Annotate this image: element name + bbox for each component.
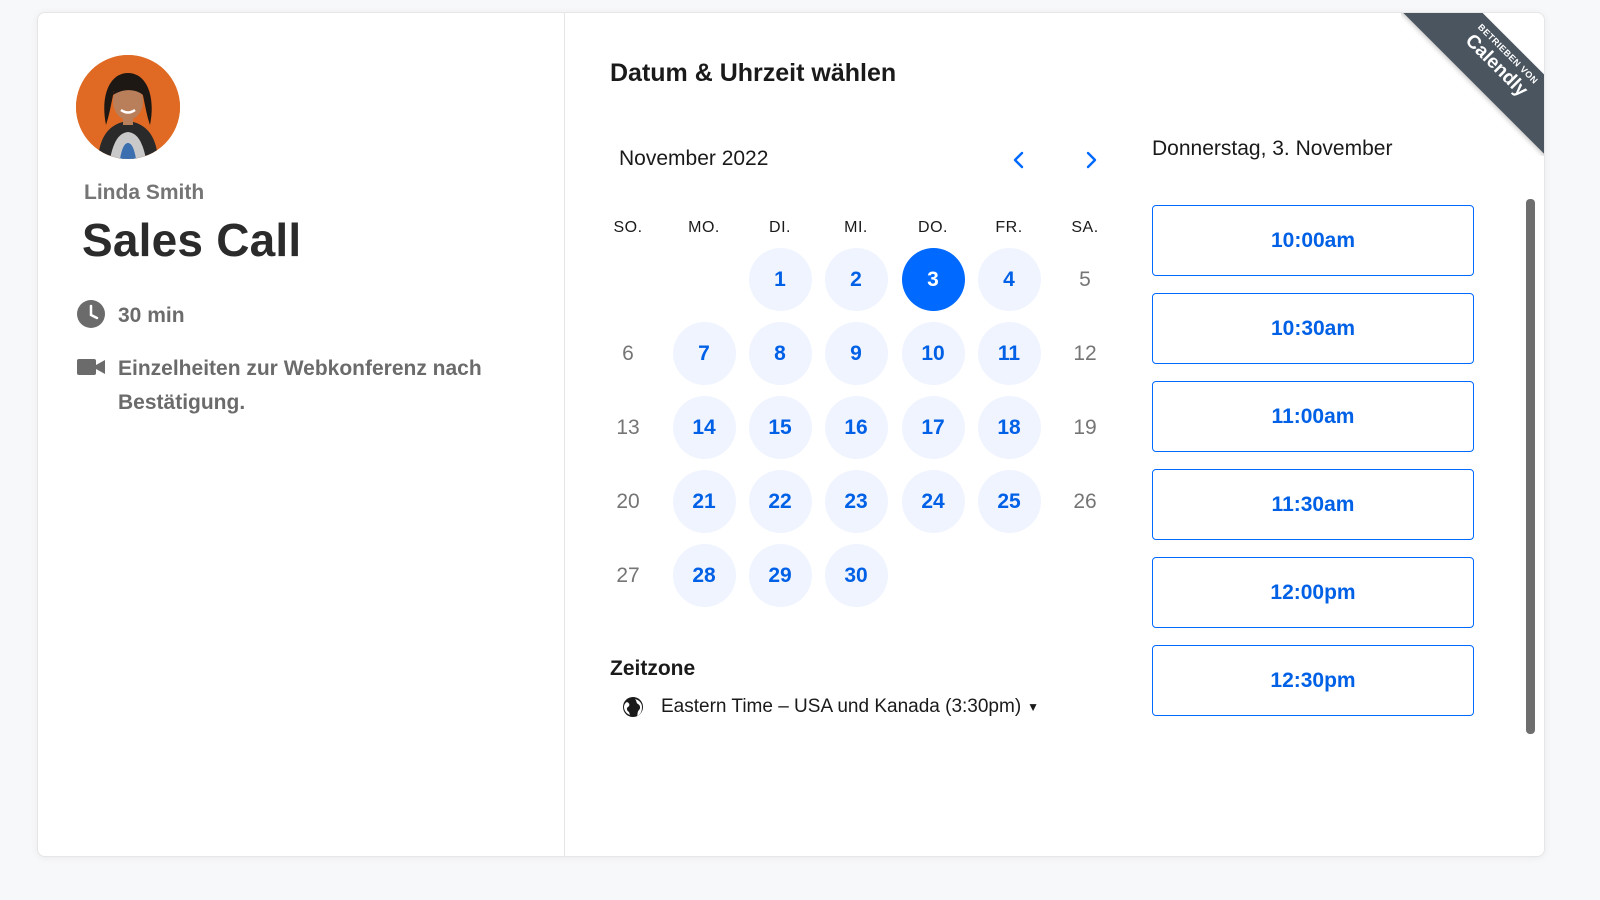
chevron-left-icon	[1013, 151, 1024, 169]
calendar-day: 13	[616, 415, 640, 439]
calendar-day: 6	[622, 341, 634, 365]
calendar-day[interactable]: 1	[748, 248, 812, 311]
avatar	[76, 55, 180, 159]
chevron-right-icon	[1086, 151, 1097, 169]
globe-icon	[623, 697, 643, 717]
calendar-day[interactable]: 18	[977, 396, 1041, 459]
calendar-day: 26	[1073, 489, 1097, 513]
weekday-label: SA.	[1071, 219, 1099, 236]
calendar-day[interactable]: 23	[824, 470, 888, 533]
scheduler-panel: Datum & Uhrzeit wählen November 2022 SO.…	[565, 13, 1544, 856]
month-label: November 2022	[619, 147, 769, 170]
calendar-day[interactable]: 17	[901, 396, 965, 459]
calendar-day[interactable]: 16	[824, 396, 888, 459]
time-slot-button[interactable]: 12:30pm	[1152, 645, 1474, 716]
next-month-button[interactable]	[1075, 146, 1107, 174]
calendar-day: 5	[1079, 267, 1091, 291]
timezone-value: Eastern Time – USA und Kanada (3:30pm)	[661, 696, 1022, 717]
time-slot-button[interactable]: 11:00am	[1152, 381, 1474, 452]
duration-text: 30 min	[118, 304, 185, 327]
time-slot-button[interactable]: 11:30am	[1152, 469, 1474, 540]
video-camera-icon	[77, 359, 105, 375]
powered-by-text: BETRIEBEN VON	[1476, 21, 1541, 86]
duration-detail: 30 min	[76, 299, 185, 333]
calendly-logo: Calendly	[1460, 30, 1532, 102]
calendar-day[interactable]: 28	[672, 544, 736, 607]
calendar-day[interactable]: 22	[748, 470, 812, 533]
powered-by-ribbon[interactable]: BETRIEBEN VON Calendly	[1401, 13, 1544, 156]
selected-date-heading: Donnerstag, 3. November	[1152, 137, 1393, 160]
conference-text: Einzelheiten zur Webkonferenz nach Bestä…	[118, 357, 482, 414]
weekday-label: FR.	[995, 219, 1023, 236]
calendar-day: 20	[616, 489, 640, 513]
booking-card: Linda Smith Sales Call 30 min Einzelheit…	[37, 12, 1545, 857]
calendar-day[interactable]: 4	[977, 248, 1041, 311]
host-name: Linda Smith	[84, 181, 205, 204]
timezone-label: Zeitzone	[610, 657, 696, 680]
prev-month-button[interactable]	[1003, 146, 1035, 174]
page-title: Datum & Uhrzeit wählen	[610, 59, 897, 87]
calendar-day[interactable]: 7	[672, 322, 736, 385]
calendar-day[interactable]: 10	[901, 322, 965, 385]
time-slot-scrollbar[interactable]	[1526, 199, 1535, 734]
calendar-day[interactable]: 24	[901, 470, 965, 533]
weekday-label: MI.	[844, 219, 868, 236]
calendar-day[interactable]: 8	[748, 322, 812, 385]
time-slot-button[interactable]: 10:30am	[1152, 293, 1474, 364]
calendar-day[interactable]: 21	[672, 470, 736, 533]
avatar-portrait	[76, 55, 180, 159]
event-info-panel: Linda Smith Sales Call 30 min Einzelheit…	[38, 13, 565, 856]
calendar-day[interactable]: 25	[977, 470, 1041, 533]
calendar-day[interactable]: 2	[824, 248, 888, 311]
caret-down-icon: ▼	[1027, 700, 1040, 714]
weekday-label: DO.	[918, 219, 948, 236]
time-slot-button[interactable]: 12:00pm	[1152, 557, 1474, 628]
calendar-day[interactable]: 15	[748, 396, 812, 459]
time-slot-button[interactable]: 10:00am	[1152, 205, 1474, 276]
clock-icon	[77, 300, 105, 328]
calendar-day[interactable]: 14	[672, 396, 736, 459]
calendly-badge[interactable]: BETRIEBEN VON Calendly	[1401, 13, 1544, 156]
event-title: Sales Call	[82, 214, 302, 266]
calendar-day[interactable]: 9	[824, 322, 888, 385]
weekday-label: MO.	[688, 219, 720, 236]
conference-detail: Einzelheiten zur Webkonferenz nach Bestä…	[76, 352, 508, 420]
calendar-day[interactable]: 30	[824, 544, 888, 607]
calendar-day-selected[interactable]: 3	[901, 248, 965, 311]
timezone-select[interactable]: Eastern Time – USA und Kanada (3:30pm) ▼	[621, 695, 1039, 719]
calendar-day[interactable]: 11	[977, 322, 1041, 385]
calendar-day[interactable]: 29	[748, 544, 812, 607]
weekday-label: SO.	[613, 219, 643, 236]
calendar-day: 27	[616, 563, 640, 587]
calendar-day: 12	[1073, 341, 1097, 365]
weekday-label: DI.	[769, 219, 791, 236]
calendar-day: 19	[1073, 415, 1097, 439]
